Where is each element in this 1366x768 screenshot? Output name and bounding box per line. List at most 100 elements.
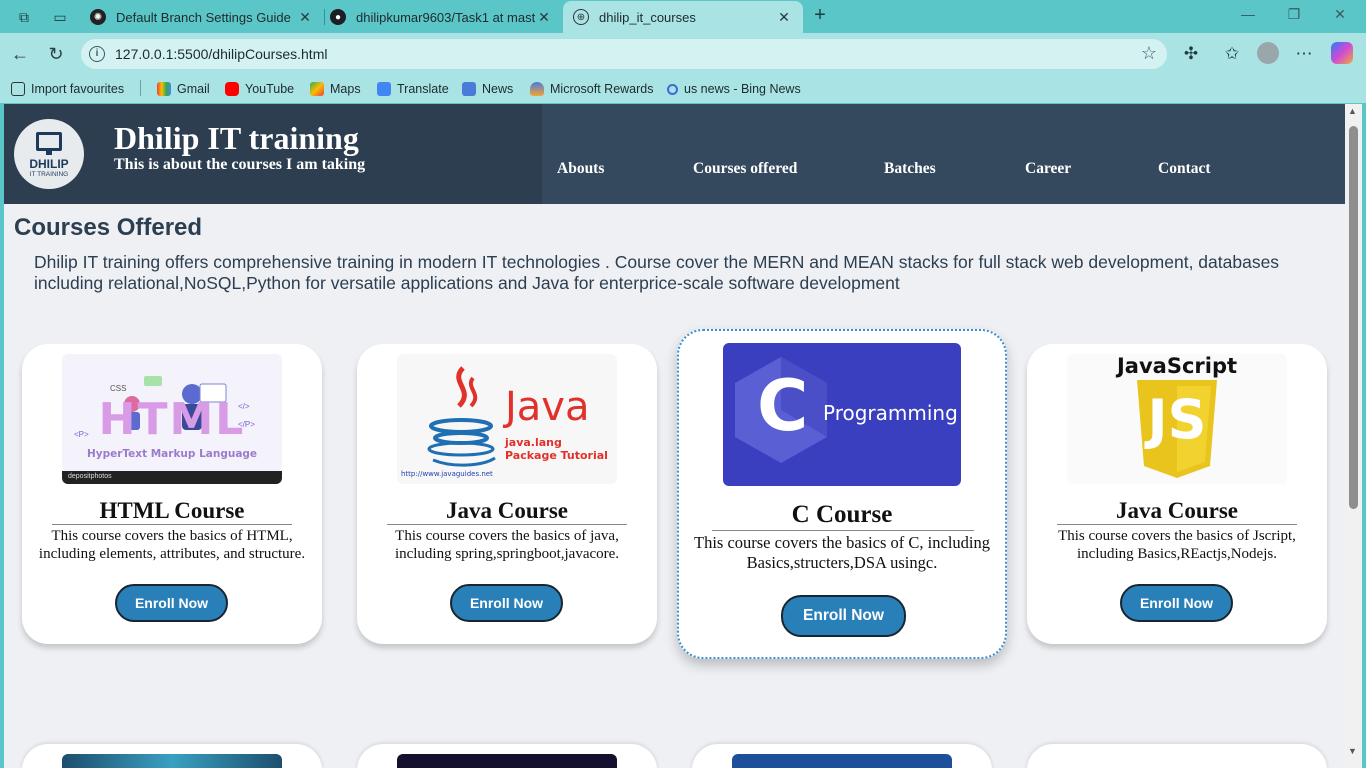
bookmark-bing-news[interactable]: us news - Bing News [667, 80, 801, 98]
browser-toolbar: ← ↻ i 127.0.0.1:5500/dhilipCourses.html … [0, 33, 1366, 75]
nav-contact[interactable]: Contact [1158, 160, 1211, 178]
chatgpt-icon: ✺ [90, 9, 106, 25]
course-image-partial [732, 754, 952, 768]
tab-actions-icon[interactable]: ▭ [49, 6, 71, 28]
refresh-icon[interactable]: ↻ [45, 43, 67, 65]
address-url[interactable]: 127.0.0.1:5500/dhilipCourses.html [115, 46, 327, 62]
tab-github[interactable]: ● dhilipkumar9603/Task1 at master ✕ [320, 1, 563, 33]
import-icon [11, 82, 25, 96]
gmail-icon [157, 82, 171, 96]
course-description: This course covers the basics of Jscript… [1058, 528, 1296, 562]
course-card-partial [22, 744, 322, 768]
c-letter: C [757, 365, 809, 447]
course-description: This course covers the basics of java, i… [394, 528, 620, 562]
more-options-icon[interactable]: ⋯ [1292, 43, 1316, 65]
image-credit: depositphotos [68, 473, 112, 480]
nav-abouts[interactable]: Abouts [557, 160, 604, 178]
java-course-image: Java java.lang Package Tutorial http://w… [397, 354, 617, 484]
course-description: This course covers the basics of HTML, i… [38, 528, 306, 562]
title-underline [712, 530, 974, 531]
close-tab-icon[interactable]: ✕ [296, 9, 314, 26]
site-subtitle: This is about the courses I am taking [114, 156, 366, 173]
bookmark-translate[interactable]: Translate [377, 80, 449, 98]
minimize-icon[interactable]: — [1237, 6, 1259, 26]
course-title: Java Course [445, 498, 569, 523]
html-image-footer: depositphotos [62, 471, 282, 484]
course-card-c: C Programming C Course This course cover… [677, 329, 1007, 659]
close-tab-icon[interactable]: ✕ [535, 9, 553, 26]
title-underline [52, 524, 292, 525]
course-image-partial [397, 754, 617, 768]
monitor-icon [36, 132, 62, 155]
course-title: C Course [791, 501, 893, 528]
course-card-partial [692, 744, 992, 768]
bookmark-gmail[interactable]: Gmail [157, 80, 210, 98]
enroll-now-button[interactable]: Enroll Now [781, 595, 906, 637]
bookmark-news[interactable]: News [462, 80, 513, 98]
course-title: Java Course [1115, 498, 1239, 523]
news-icon [462, 82, 476, 96]
html-subtitle: HyperText Markup Language [86, 448, 258, 460]
back-icon[interactable]: ← [9, 43, 31, 65]
bookmark-import-favourites[interactable]: Import favourites [11, 80, 124, 98]
favourites-icon[interactable]: ✩ [1220, 43, 1244, 65]
course-card-html: CSS <P> </P> </> HTML HyperText Markup L… [22, 344, 322, 644]
nav-batches[interactable]: Batches [884, 160, 936, 178]
github-icon: ● [330, 9, 346, 25]
course-card-partial [357, 744, 657, 768]
bookmarks-bar: Import favourites Gmail YouTube Maps Tra… [0, 75, 1366, 103]
scroll-up-icon[interactable]: ▲ [1348, 106, 1357, 116]
main-nav: Abouts Courses offered Batches Career Co… [542, 104, 1345, 204]
web-page: DHILIP IT TRAINING Dhilip IT training Th… [4, 104, 1345, 768]
course-title: HTML Course [99, 498, 245, 523]
java-subtitle: java.lang Package Tutorial [505, 436, 608, 462]
bookmark-microsoft-rewards[interactable]: Microsoft Rewards [530, 80, 654, 98]
close-tab-icon[interactable]: ✕ [775, 9, 793, 26]
js-badge-text: JS [1147, 388, 1207, 451]
javascript-course-image: JavaScript JS [1067, 354, 1287, 484]
c-programming-text: Programming [823, 401, 958, 425]
profile-avatar-icon[interactable] [1257, 42, 1279, 64]
nav-courses-offered[interactable]: Courses offered [693, 160, 797, 178]
courses-intro: Dhilip IT training offers comprehensive … [34, 252, 1280, 293]
enroll-now-button[interactable]: Enroll Now [115, 584, 228, 622]
browser-tab-bar: ⧉ ▭ ✺ Default Branch Settings Guide ✕ ● … [0, 0, 1366, 33]
course-card-java: Java java.lang Package Tutorial http://w… [357, 344, 657, 644]
site-title: Dhilip IT training [114, 120, 359, 156]
course-card-partial [1027, 744, 1327, 768]
site-info-icon[interactable]: i [89, 46, 105, 62]
java-wordmark: Java [505, 384, 590, 430]
restore-icon[interactable]: ❐ [1283, 6, 1305, 26]
enroll-now-button[interactable]: Enroll Now [1120, 584, 1233, 622]
extensions-icon[interactable]: ✣ [1179, 43, 1203, 65]
workspaces-icon[interactable]: ⧉ [13, 6, 35, 28]
courses-heading: Courses Offered [14, 214, 203, 241]
youtube-icon [225, 82, 239, 96]
copilot-icon[interactable] [1331, 42, 1353, 64]
html-course-image: CSS <P> </P> </> HTML HyperText Markup L… [62, 354, 282, 484]
globe-icon: ⊕ [573, 9, 589, 25]
title-underline [1057, 524, 1297, 525]
bookmarks-separator [140, 80, 141, 96]
site-header: DHILIP IT TRAINING Dhilip IT training Th… [4, 104, 1345, 204]
new-tab-icon[interactable]: + [809, 5, 831, 27]
bookmark-youtube[interactable]: YouTube [225, 80, 294, 98]
title-underline [387, 524, 627, 525]
scrollbar-thumb[interactable] [1349, 126, 1358, 509]
nav-career[interactable]: Career [1025, 160, 1071, 178]
site-logo[interactable]: DHILIP IT TRAINING [14, 119, 84, 189]
java-site-url: http://www.javaguides.net [401, 470, 493, 478]
bookmark-maps[interactable]: Maps [310, 80, 361, 98]
scroll-down-icon[interactable]: ▼ [1348, 746, 1357, 756]
page-scrollbar[interactable]: ▲ ▼ [1345, 104, 1362, 768]
c-course-image: C Programming [723, 343, 961, 486]
favourite-star-icon[interactable]: ☆ [1141, 43, 1157, 64]
tab-default-branch[interactable]: ✺ Default Branch Settings Guide ✕ [80, 1, 324, 33]
course-card-javascript: JavaScript JS Java Course This course co… [1027, 344, 1327, 644]
tab-dhilip-courses[interactable]: ⊕ dhilip_it_courses ✕ [563, 1, 803, 33]
enroll-now-button[interactable]: Enroll Now [450, 584, 563, 622]
close-window-icon[interactable]: ✕ [1329, 6, 1351, 26]
address-bar[interactable]: i 127.0.0.1:5500/dhilipCourses.html ☆ [81, 39, 1167, 69]
html-big-text: HTML [98, 394, 246, 445]
translate-icon [377, 82, 391, 96]
